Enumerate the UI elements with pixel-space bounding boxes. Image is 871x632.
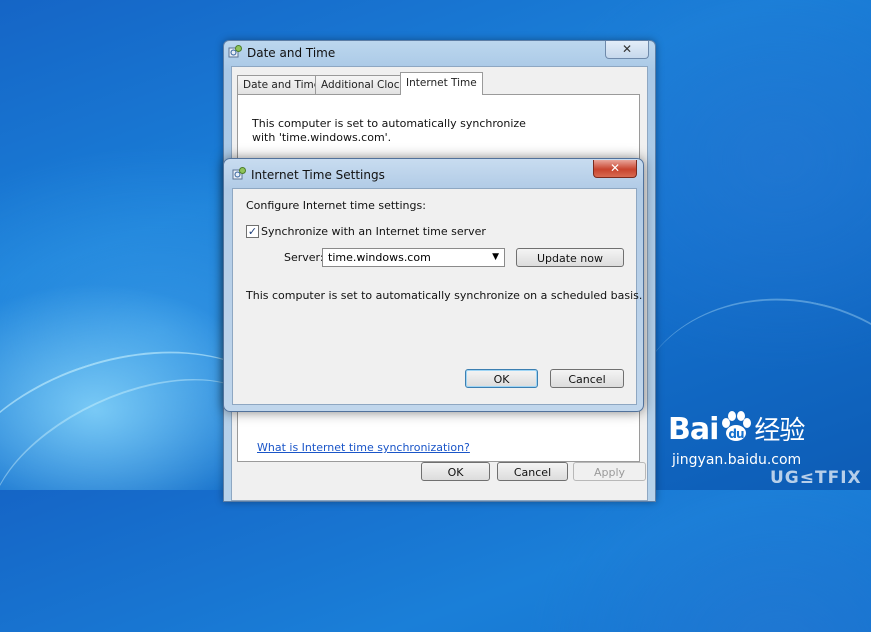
tab-date-and-time[interactable]: Date and Time — [237, 75, 327, 94]
ugetfix-watermark: UG≤TFIX — [770, 468, 862, 488]
sync-checkbox[interactable]: ✓ — [246, 225, 259, 238]
dialog-ok-button[interactable]: OK — [465, 369, 538, 388]
close-button[interactable]: ✕ — [605, 41, 649, 59]
clock-settings-icon — [228, 45, 242, 58]
dialog-cancel-button[interactable]: Cancel — [550, 369, 624, 388]
baidu-brand: Bai — [668, 412, 719, 447]
dialog-heading: Configure Internet time settings: — [246, 199, 426, 212]
help-link[interactable]: What is Internet time synchronization? — [257, 441, 470, 454]
close-icon: ✕ — [621, 42, 633, 56]
baidu-jingyan: 经验 — [754, 416, 805, 446]
dialog-status-text: This computer is set to automatically sy… — [246, 289, 643, 302]
checkbox-check-icon: ✓ — [247, 225, 258, 238]
title-bar[interactable]: Date and Time ✕ — [224, 41, 655, 65]
update-now-button[interactable]: Update now — [516, 248, 624, 267]
close-icon: ✕ — [609, 161, 621, 175]
sync-status-text: This computer is set to automatically sy… — [252, 117, 526, 144]
svg-text:du: du — [729, 427, 745, 441]
clock-settings-icon — [232, 167, 246, 180]
sync-checkbox-label[interactable]: Synchronize with an Internet time server — [261, 225, 486, 238]
ok-button[interactable]: OK — [421, 462, 490, 481]
baidu-site-url: jingyan.baidu.com — [672, 452, 802, 468]
cancel-button[interactable]: Cancel — [497, 462, 568, 481]
server-value: time.windows.com — [328, 251, 431, 264]
internet-time-settings-dialog: Internet Time Settings ✕ Configure Inter… — [223, 158, 644, 412]
dialog-client-area: Configure Internet time settings: ✓ Sync… — [232, 188, 642, 405]
window-title: Date and Time — [247, 46, 336, 60]
server-combobox[interactable]: time.windows.com ▼ — [322, 248, 505, 267]
apply-button[interactable]: Apply — [573, 462, 646, 481]
dialog-close-button[interactable]: ✕ — [593, 160, 637, 178]
baidu-paw-icon: du — [722, 411, 752, 441]
baidu-logo-text: Bai du 经验 — [668, 410, 805, 447]
server-label: Server: — [284, 251, 324, 264]
dropdown-arrow-icon[interactable]: ▼ — [492, 252, 499, 262]
dialog-title: Internet Time Settings — [251, 168, 385, 182]
tab-internet-time[interactable]: Internet Time — [400, 72, 483, 95]
